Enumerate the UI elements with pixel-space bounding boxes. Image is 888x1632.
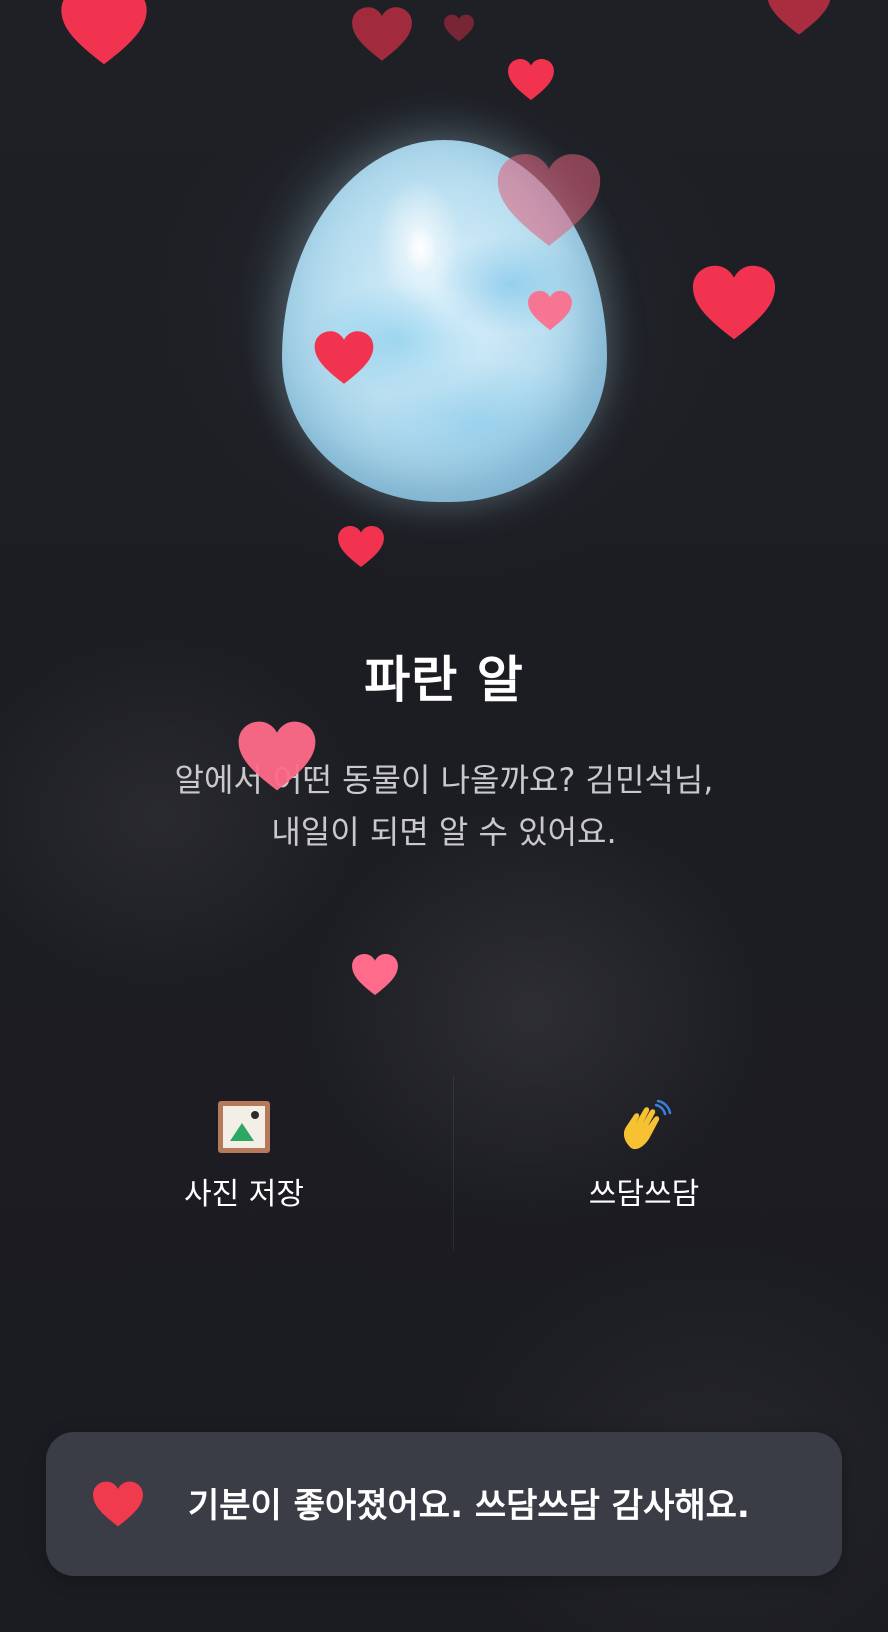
floating-heart-icon — [527, 290, 573, 331]
floating-heart-icon — [237, 720, 317, 792]
egg-screen: 파란 알 알에서 어떤 동물이 나올까요? 김민석님, 내일이 되면 알 수 있… — [0, 0, 888, 1632]
floating-heart-icon — [507, 58, 555, 101]
egg-message-line: 알에서 어떤 동물이 나올까요? 김민석님, — [174, 761, 714, 799]
floating-heart-icon — [56, 0, 152, 66]
egg-message-line: 내일이 되면 알 수 있어요. — [271, 813, 617, 851]
pat-button[interactable]: 쓰담쓰담 — [494, 1099, 794, 1213]
heart-icon — [92, 1480, 144, 1528]
floating-heart-icon — [350, 6, 414, 62]
floating-heart-icon — [337, 525, 385, 568]
floating-heart-icon — [351, 953, 399, 996]
egg-title: 파란 알 — [364, 651, 524, 709]
floating-heart-icon — [494, 152, 604, 248]
floating-heart-icon — [443, 14, 475, 42]
action-divider — [453, 1075, 454, 1250]
toast-message: 기분이 좋아졌어요. 쓰담쓰담 감사해요. — [188, 1486, 750, 1526]
floating-heart-icon — [313, 330, 375, 385]
floating-heart-icon — [756, 0, 842, 36]
waving-hand-icon — [616, 1099, 672, 1155]
picture-frame-icon — [216, 1099, 272, 1155]
save-photo-button[interactable]: 사진 저장 — [94, 1099, 394, 1213]
egg-message: 알에서 어떤 동물이 나올까요? 김민석님, 내일이 되면 알 수 있어요. — [80, 754, 808, 858]
action-bar: 사진 저장 쓰담쓰담 — [0, 1075, 888, 1250]
floating-heart-icon — [690, 264, 778, 341]
save-photo-label: 사진 저장 — [184, 1177, 304, 1212]
egg-highlight — [406, 228, 436, 272]
toast-notification: 기분이 좋아졌어요. 쓰담쓰담 감사해요. — [46, 1432, 842, 1576]
pat-label: 쓰담쓰담 — [588, 1177, 700, 1212]
